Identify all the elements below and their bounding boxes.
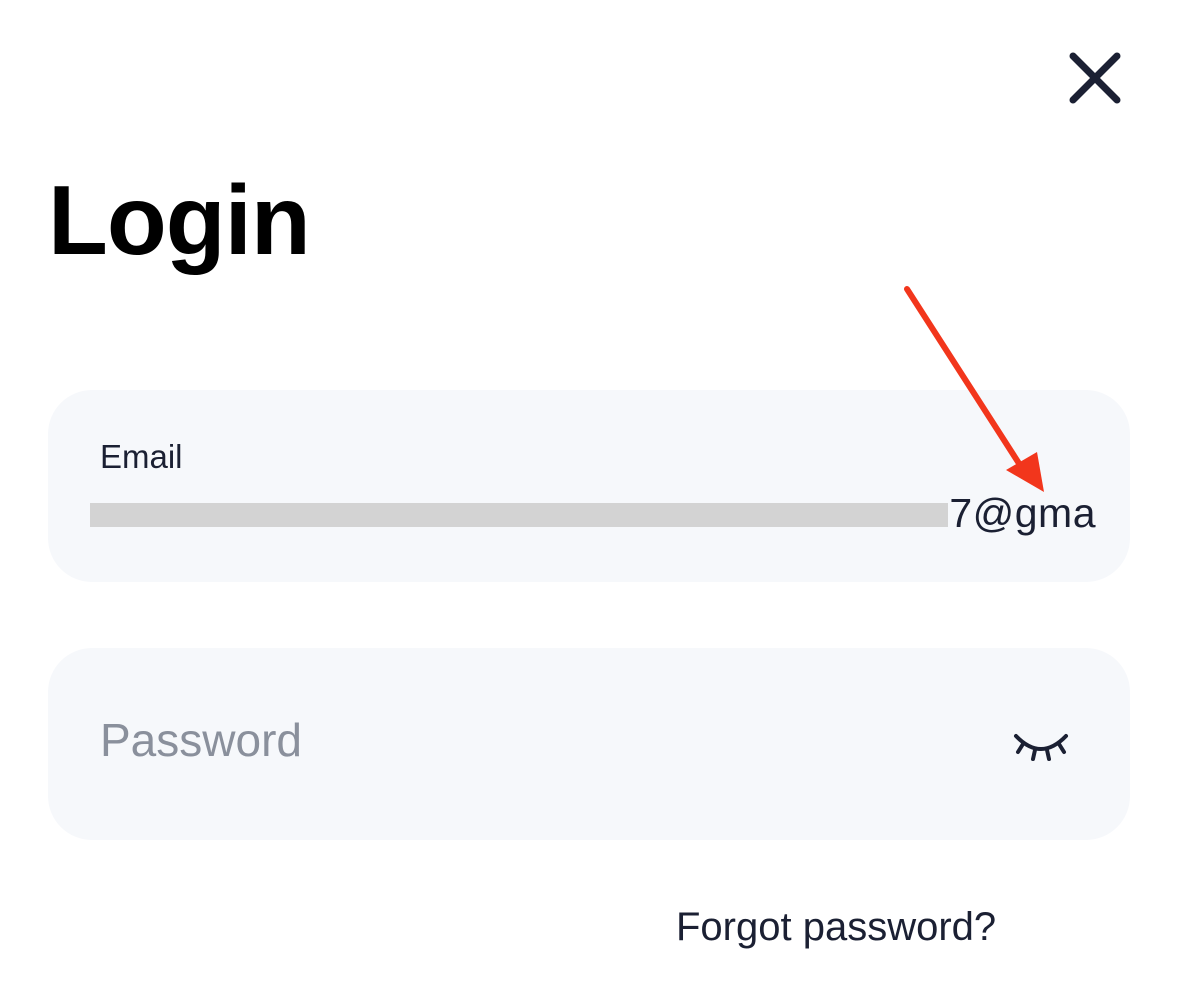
password-field[interactable]: Password (48, 648, 1130, 840)
login-screen: Login Email 7@gma Password Forgot passwo… (0, 0, 1179, 1000)
forgot-password-link[interactable]: Forgot password? (676, 905, 996, 950)
redaction-bar (90, 503, 948, 527)
email-label: Email (100, 438, 183, 475)
close-button[interactable] (1060, 48, 1130, 108)
email-field[interactable]: Email 7@gma (48, 390, 1130, 582)
password-placeholder: Password (100, 714, 302, 766)
close-icon (1069, 52, 1121, 104)
eye-closed-icon[interactable] (1008, 726, 1074, 766)
page-title: Login (48, 165, 311, 275)
